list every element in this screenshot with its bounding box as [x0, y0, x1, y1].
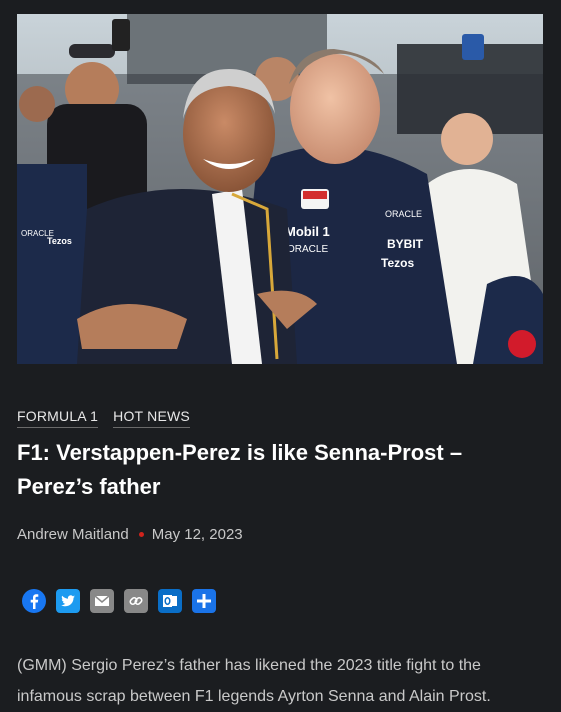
publish-date: May 12, 2023 [151, 526, 243, 543]
outlook-icon [163, 595, 177, 607]
facebook-icon [30, 594, 39, 609]
svg-text:ORACLE: ORACLE [385, 209, 422, 219]
svg-text:Tezos: Tezos [381, 256, 414, 270]
email-icon [94, 595, 110, 606]
twitter-icon [61, 595, 75, 607]
svg-text:ORACLE: ORACLE [287, 244, 328, 255]
article-hero-image[interactable]: Mobil 1 ORACLE ORACLE BYBIT Tezos ORACLE… [17, 14, 543, 364]
share-buttons [22, 589, 216, 613]
category-hot-news[interactable]: HOT NEWS [113, 408, 190, 428]
facebook-share-button[interactable] [22, 589, 46, 613]
article-meta: Andrew Maitland May 12, 2023 [17, 526, 243, 543]
article: Mobil 1 ORACLE ORACLE BYBIT Tezos ORACLE… [17, 14, 543, 705]
author-name[interactable]: Andrew Maitland [17, 526, 129, 543]
link-icon [129, 596, 143, 606]
svg-text:BYBIT: BYBIT [387, 237, 424, 251]
meta-separator-dot [138, 532, 144, 537]
outlook-share-button[interactable] [158, 589, 182, 613]
svg-text:Tezos: Tezos [47, 236, 72, 246]
article-title[interactable]: F1: Verstappen-Perez is like Senna-Prost… [17, 436, 537, 504]
more-share-button[interactable] [192, 589, 216, 613]
svg-text:Mobil 1: Mobil 1 [285, 224, 330, 239]
photo-illustration: Mobil 1 ORACLE ORACLE BYBIT Tezos ORACLE… [17, 14, 543, 364]
category-list: FORMULA 1 HOT NEWS [17, 408, 190, 428]
email-share-button[interactable] [90, 589, 114, 613]
share-plus-icon [197, 594, 211, 608]
copy-link-button[interactable] [124, 589, 148, 613]
category-formula-1[interactable]: FORMULA 1 [17, 408, 99, 428]
twitter-share-button[interactable] [56, 589, 80, 613]
